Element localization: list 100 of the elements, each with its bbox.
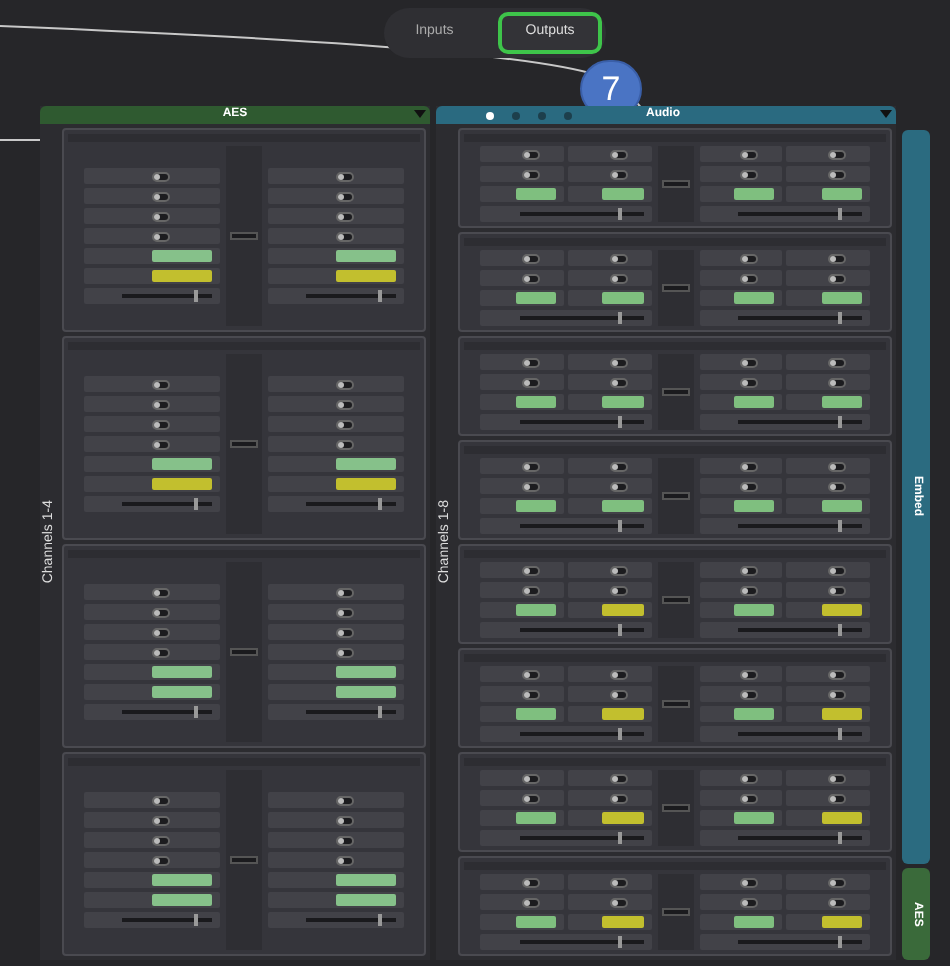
value-field[interactable] [152, 686, 212, 698]
toggle-switch[interactable] [828, 461, 847, 471]
toggle-switch[interactable] [336, 647, 354, 657]
toggle-switch[interactable] [740, 897, 759, 907]
toggle-switch[interactable] [828, 481, 847, 491]
toggle-switch[interactable] [336, 587, 354, 597]
toggle-switch[interactable] [336, 171, 354, 181]
toggle-switch[interactable] [152, 231, 170, 241]
toggle-switch[interactable] [521, 253, 540, 263]
value-field[interactable] [821, 500, 862, 512]
value-field[interactable] [821, 708, 862, 720]
toggle-switch[interactable] [152, 835, 170, 845]
toggle-switch[interactable] [152, 647, 170, 657]
toggle-switch[interactable] [336, 211, 354, 221]
toggle-switch[interactable] [152, 855, 170, 865]
toggle-switch[interactable] [609, 377, 628, 387]
slider-thumb[interactable] [837, 728, 842, 740]
toggle-switch[interactable] [521, 773, 540, 783]
toggle-switch[interactable] [336, 607, 354, 617]
slider-thumb[interactable] [837, 208, 842, 220]
value-field[interactable] [336, 458, 396, 470]
toggle-switch[interactable] [521, 273, 540, 283]
toggle-switch[interactable] [152, 627, 170, 637]
toggle-switch[interactable] [521, 877, 540, 887]
value-field[interactable] [734, 396, 775, 408]
value-field[interactable] [602, 604, 643, 616]
toggle-switch[interactable] [336, 231, 354, 241]
value-field[interactable] [602, 812, 643, 824]
toggle-switch[interactable] [609, 357, 628, 367]
toggle-switch[interactable] [336, 835, 354, 845]
slider-thumb[interactable] [618, 208, 623, 220]
toggle-switch[interactable] [336, 419, 354, 429]
value-field[interactable] [602, 292, 643, 304]
toggle-switch[interactable] [609, 149, 628, 159]
toggle-switch[interactable] [740, 253, 759, 263]
value-field[interactable] [515, 604, 556, 616]
toggle-switch[interactable] [828, 377, 847, 387]
value-field[interactable] [734, 708, 775, 720]
toggle-switch[interactable] [152, 607, 170, 617]
toggle-switch[interactable] [828, 357, 847, 367]
toggle-switch[interactable] [152, 795, 170, 805]
value-field[interactable] [152, 894, 212, 906]
toggle-switch[interactable] [152, 171, 170, 181]
value-field[interactable] [821, 396, 862, 408]
toggle-switch[interactable] [828, 669, 847, 679]
value-field[interactable] [152, 270, 212, 282]
toggle-switch[interactable] [609, 669, 628, 679]
value-field[interactable] [336, 478, 396, 490]
toggle-switch[interactable] [336, 439, 354, 449]
value-field[interactable] [152, 478, 212, 490]
toggle-switch[interactable] [152, 815, 170, 825]
value-field[interactable] [821, 812, 862, 824]
toggle-switch[interactable] [336, 379, 354, 389]
toggle-switch[interactable] [521, 689, 540, 699]
toggle-switch[interactable] [152, 211, 170, 221]
toggle-switch[interactable] [740, 669, 759, 679]
toggle-switch[interactable] [740, 377, 759, 387]
toggle-switch[interactable] [828, 565, 847, 575]
toggle-switch[interactable] [609, 877, 628, 887]
slider-thumb[interactable] [618, 520, 623, 532]
slider-thumb[interactable] [837, 624, 842, 636]
toggle-switch[interactable] [740, 481, 759, 491]
slider-thumb[interactable] [837, 520, 842, 532]
slider-thumb[interactable] [837, 936, 842, 948]
toggle-switch[interactable] [152, 587, 170, 597]
toggle-switch[interactable] [609, 461, 628, 471]
toggle-switch[interactable] [521, 793, 540, 803]
value-field[interactable] [734, 292, 775, 304]
value-field[interactable] [515, 500, 556, 512]
toggle-switch[interactable] [828, 897, 847, 907]
value-field[interactable] [515, 396, 556, 408]
value-field[interactable] [821, 292, 862, 304]
toggle-switch[interactable] [740, 149, 759, 159]
value-field[interactable] [734, 500, 775, 512]
toggle-switch[interactable] [828, 169, 847, 179]
value-field[interactable] [734, 812, 775, 824]
toggle-switch[interactable] [740, 565, 759, 575]
value-field[interactable] [515, 916, 556, 928]
slider-thumb[interactable] [837, 832, 842, 844]
value-field[interactable] [602, 708, 643, 720]
toggle-switch[interactable] [152, 379, 170, 389]
toggle-switch[interactable] [152, 399, 170, 409]
value-field[interactable] [152, 458, 212, 470]
toggle-switch[interactable] [828, 149, 847, 159]
value-field[interactable] [821, 604, 862, 616]
toggle-switch[interactable] [740, 793, 759, 803]
value-field[interactable] [602, 500, 643, 512]
toggle-switch[interactable] [521, 169, 540, 179]
toggle-switch[interactable] [740, 877, 759, 887]
toggle-switch[interactable] [740, 773, 759, 783]
slider-thumb[interactable] [618, 312, 623, 324]
toggle-switch[interactable] [152, 191, 170, 201]
value-field[interactable] [734, 916, 775, 928]
toggle-switch[interactable] [609, 585, 628, 595]
toggle-switch[interactable] [521, 461, 540, 471]
toggle-switch[interactable] [609, 253, 628, 263]
toggle-switch[interactable] [609, 793, 628, 803]
slider-thumb[interactable] [618, 416, 623, 428]
toggle-switch[interactable] [609, 565, 628, 575]
toggle-switch[interactable] [336, 627, 354, 637]
